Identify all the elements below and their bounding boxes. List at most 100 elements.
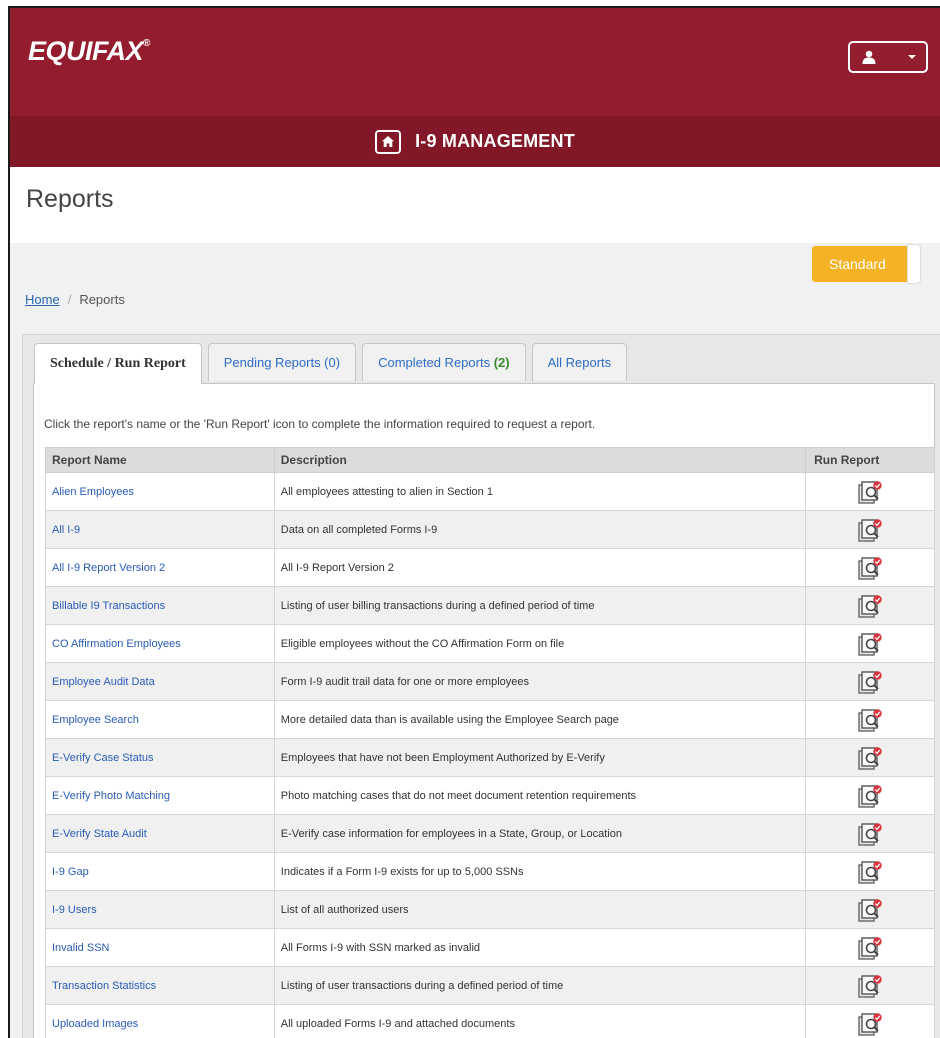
run-report-cell <box>805 548 935 587</box>
run-report-cell <box>805 852 935 891</box>
report-name-link[interactable]: E-Verify Case Status <box>45 738 275 777</box>
run-report-cell <box>805 510 935 549</box>
report-name-link[interactable]: I-9 Gap <box>45 852 275 891</box>
report-description: Photo matching cases that do not meet do… <box>273 776 807 815</box>
user-menu-button[interactable] <box>848 41 928 73</box>
run-report-icon[interactable] <box>856 631 884 657</box>
run-report-cell <box>805 814 935 853</box>
column-header-description[interactable]: Description <box>273 447 807 473</box>
report-name-link[interactable]: Transaction Statistics <box>45 966 275 1005</box>
report-description: More detailed data than is available usi… <box>273 700 807 739</box>
report-name-link[interactable]: All I-9 <box>45 510 275 549</box>
report-name-link[interactable]: Employee Search <box>45 700 275 739</box>
tab-content: Click the report's name or the 'Run Repo… <box>33 383 935 1038</box>
run-report-cell <box>805 966 935 1005</box>
table-header-row: Report Name Description Run Report <box>45 447 935 473</box>
table-row: Alien Employees All employees attesting t… <box>45 472 935 511</box>
report-tabs: Schedule / Run Report Pending Reports (0… <box>34 343 633 384</box>
run-report-icon[interactable] <box>856 517 884 543</box>
completed-count-badge: (2) <box>493 355 510 370</box>
tab-pending-reports[interactable]: Pending Reports (0) <box>207 343 357 381</box>
run-report-icon[interactable] <box>856 479 884 505</box>
report-description: Employees that have not been Employment … <box>273 738 807 777</box>
caret-down-icon <box>908 55 916 59</box>
run-report-icon[interactable] <box>856 935 884 961</box>
tab-all-reports[interactable]: All Reports <box>531 343 628 381</box>
breadcrumb-home-link[interactable]: Home <box>25 292 60 307</box>
user-icon <box>862 50 876 64</box>
report-name-link[interactable]: I-9 Users <box>45 890 275 929</box>
equifax-logo[interactable]: EQUIFAX® <box>28 36 150 67</box>
breadcrumb-current: Reports <box>79 292 125 307</box>
app-bar: I-9 MANAGEMENT <box>10 116 940 167</box>
report-name-link[interactable]: Billable I9 Transactions <box>45 586 275 625</box>
breadcrumb-separator: / <box>67 292 72 307</box>
report-description: All uploaded Forms I-9 and attached docu… <box>273 1004 807 1038</box>
tab-completed-label: Completed Reports <box>378 355 491 370</box>
run-report-icon[interactable] <box>856 593 884 619</box>
table-row: All I-9 Data on all completed Forms I-9 <box>45 510 935 549</box>
tab-schedule-run-report[interactable]: Schedule / Run Report <box>34 343 202 384</box>
run-report-icon[interactable] <box>856 745 884 771</box>
report-name-link[interactable]: CO Affirmation Employees <box>45 624 275 663</box>
page-title: Reports <box>26 185 114 213</box>
table-row: E-Verify Photo Matching Photo matching ca… <box>45 776 935 815</box>
run-report-icon[interactable] <box>856 859 884 885</box>
page-title-bar: Reports <box>10 167 940 243</box>
report-name-link[interactable]: Alien Employees <box>45 472 275 511</box>
run-report-cell <box>805 890 935 929</box>
reports-table-body: Alien Employees All employees attesting t… <box>45 472 935 1038</box>
table-row: CO Affirmation Employees Eligible employe… <box>45 624 935 663</box>
run-report-icon[interactable] <box>856 1011 884 1037</box>
run-report-cell <box>805 1004 935 1038</box>
run-report-cell <box>805 624 935 663</box>
run-report-icon[interactable] <box>856 783 884 809</box>
browser-frame: EQUIFAX® I-9 MANAGEMENT Reports Standard… <box>8 6 940 1038</box>
report-name-link[interactable]: E-Verify State Audit <box>45 814 275 853</box>
run-report-cell <box>805 776 935 815</box>
run-report-icon[interactable] <box>856 897 884 923</box>
table-row: E-Verify Case Status Employees that have … <box>45 738 935 777</box>
report-name-link[interactable]: Invalid SSN <box>45 928 275 967</box>
home-button[interactable] <box>375 129 402 154</box>
report-description: Listing of user billing transactions dur… <box>273 586 807 625</box>
instructions-text: Click the report's name or the 'Run Repo… <box>44 417 596 431</box>
table-row: E-Verify State Audit E-Verify case inform… <box>45 814 935 853</box>
report-description: List of all authorized users <box>273 890 807 929</box>
reports-table: Report Name Description Run Report Alien… <box>45 447 935 1038</box>
report-name-link[interactable]: All I-9 Report Version 2 <box>45 548 275 587</box>
run-report-cell <box>805 586 935 625</box>
run-report-icon[interactable] <box>856 669 884 695</box>
report-description: Eligible employees without the CO Affirm… <box>273 624 807 663</box>
run-report-cell <box>805 928 935 967</box>
report-description: Data on all completed Forms I-9 <box>273 510 807 549</box>
table-row: I-9 Gap Indicates if a Form I-9 exists fo… <box>45 852 935 891</box>
run-report-icon[interactable] <box>856 821 884 847</box>
report-description: E-Verify case information for employees … <box>273 814 807 853</box>
run-report-icon[interactable] <box>856 707 884 733</box>
logo-text: EQUIFAX <box>28 36 144 66</box>
app-title: I-9 MANAGEMENT <box>415 131 575 151</box>
header-banner: EQUIFAX® <box>10 8 940 116</box>
report-name-link[interactable]: Uploaded Images <box>45 1004 275 1038</box>
column-header-run-report[interactable]: Run Report <box>805 447 935 473</box>
table-row: Invalid SSN All Forms I-9 with SSN marked… <box>45 928 935 967</box>
report-name-link[interactable]: Employee Audit Data <box>45 662 275 701</box>
table-row: Billable I9 Transactions Listing of user … <box>45 586 935 625</box>
run-report-icon[interactable] <box>856 555 884 581</box>
table-row: Employee Search More detailed data than i… <box>45 700 935 739</box>
reports-panel: Schedule / Run Report Pending Reports (0… <box>22 334 940 1038</box>
mode-toggle-handle[interactable] <box>907 244 921 284</box>
report-description: Form I-9 audit trail data for one or mor… <box>273 662 807 701</box>
breadcrumb: Home / Reports <box>25 292 125 307</box>
report-description: Indicates if a Form I-9 exists for up to… <box>273 852 807 891</box>
report-name-link[interactable]: E-Verify Photo Matching <box>45 776 275 815</box>
table-row: I-9 Users List of all authorized users <box>45 890 935 929</box>
standard-mode-button[interactable]: Standard <box>812 246 920 282</box>
run-report-icon[interactable] <box>856 973 884 999</box>
column-header-report-name[interactable]: Report Name <box>45 447 275 473</box>
report-description: All Forms I-9 with SSN marked as invalid <box>273 928 807 967</box>
tab-completed-reports[interactable]: Completed Reports (2) <box>362 343 526 381</box>
home-icon <box>382 136 395 147</box>
table-row: All I-9 Report Version 2 All I-9 Report V… <box>45 548 935 587</box>
